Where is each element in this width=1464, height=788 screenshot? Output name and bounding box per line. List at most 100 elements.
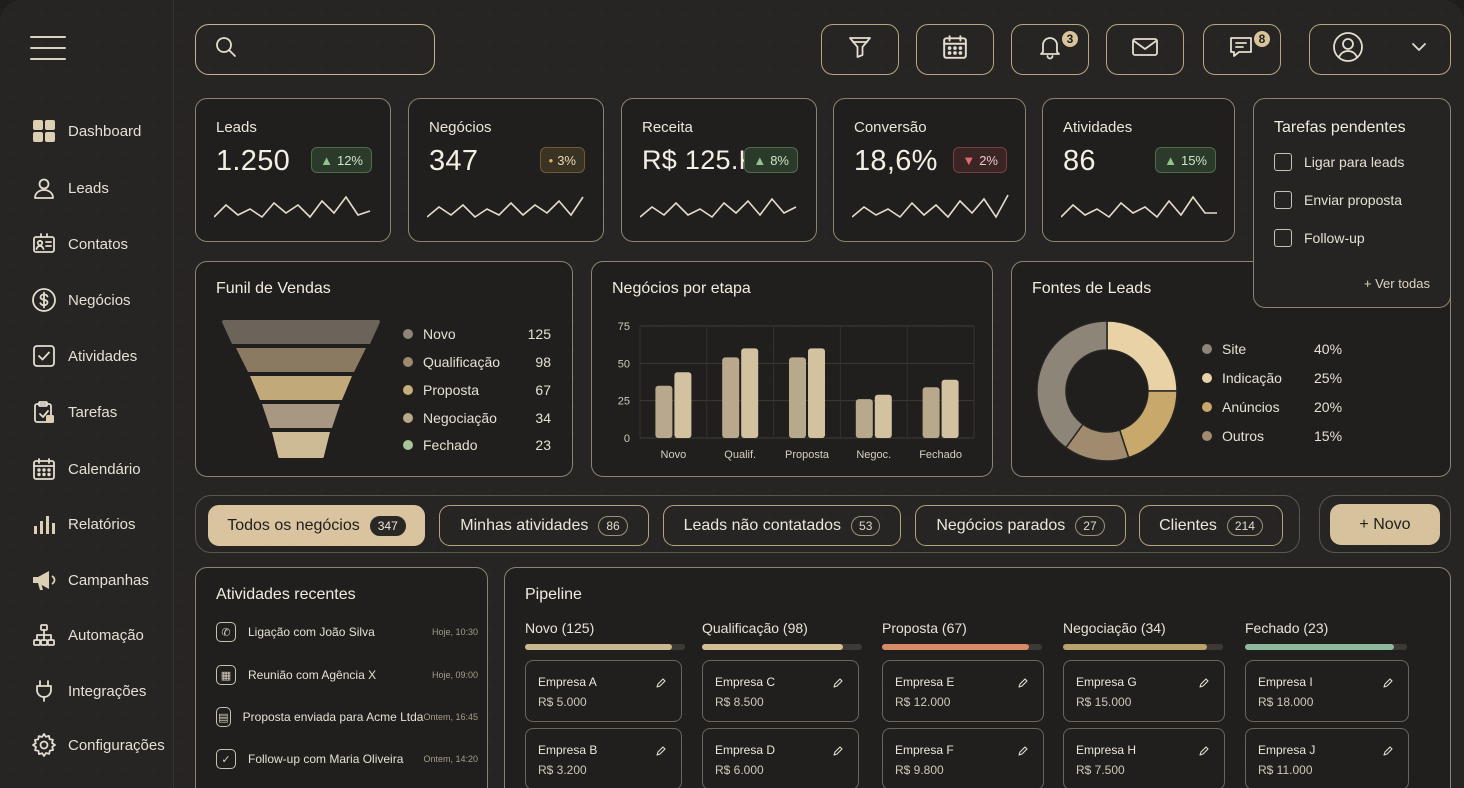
arrow-up-icon: ▲ — [1164, 152, 1177, 168]
kpi-title: Atividades — [1063, 119, 1133, 136]
sidebar-item-negocios[interactable]: Negócios — [30, 285, 170, 315]
deal-card[interactable]: Empresa J R$ 11.000 — [1245, 728, 1409, 788]
kpi-change: 15% — [1180, 152, 1207, 168]
activity-item[interactable]: ✓ Follow-up com Maria Oliveira Ontem, 14:2… — [216, 741, 478, 777]
profile-menu[interactable] — [1309, 24, 1451, 75]
edit-icon[interactable] — [1198, 745, 1210, 757]
filter-pill-minhas-atividades[interactable]: Minhas atividades 86 — [439, 505, 649, 546]
messages-button[interactable]: 8 — [1203, 24, 1281, 75]
notifications-button[interactable]: 3 — [1011, 24, 1089, 75]
deal-card[interactable]: Empresa I R$ 18.000 — [1245, 660, 1409, 722]
task-item[interactable]: Ligar para leads — [1274, 153, 1404, 171]
sidebar-item-label: Dashboard — [68, 122, 142, 140]
filter-button[interactable] — [821, 24, 899, 75]
search-input[interactable] — [248, 41, 428, 58]
legend-label: Novo — [423, 326, 456, 342]
checkbox[interactable] — [1274, 153, 1292, 171]
x-tick-label: Qualif. — [724, 449, 756, 461]
sidebar-item-calendario[interactable]: Calendário — [30, 454, 170, 484]
kpi-card-atividades[interactable]: Atividades 86 ▲ 15% — [1042, 98, 1235, 242]
kpi-change-badge: • 3% — [539, 147, 585, 173]
sidebar-item-leads[interactable]: Leads — [30, 173, 170, 203]
legend-label: Proposta — [423, 382, 480, 398]
sidebar-item-relatorios[interactable]: Relatórios — [30, 509, 170, 539]
edit-icon[interactable] — [1382, 677, 1394, 689]
kpi-card-conversao[interactable]: Conversão 18,6% ▼ 2% — [833, 98, 1026, 242]
kpi-change: 2% — [979, 152, 998, 168]
sidebar-item-configuracoes[interactable]: Configurações — [30, 730, 170, 760]
kpi-card-receita[interactable]: Receita R$ 125.K ▲ 8% — [621, 98, 817, 242]
legend-label: Outros — [1222, 428, 1265, 444]
filter-pill-todos[interactable]: Todos os negócios 347 — [208, 505, 425, 546]
deal-card[interactable]: Empresa D R$ 6.000 — [702, 728, 859, 788]
activity-item[interactable]: ▦ Reunião com Agência X Hoje, 09:00 — [216, 657, 478, 693]
pipeline-progress — [1063, 644, 1223, 650]
task-item[interactable]: Follow-up — [1274, 229, 1365, 247]
menu-icon[interactable] — [30, 36, 66, 62]
filter-pill-clientes[interactable]: Clientes 214 — [1139, 505, 1283, 546]
edit-icon[interactable] — [832, 677, 844, 689]
deal-card[interactable]: Empresa B R$ 3.200 — [525, 728, 682, 788]
deal-card[interactable]: Empresa C R$ 8.500 — [702, 660, 859, 722]
deal-card[interactable]: Empresa F R$ 9.800 — [882, 728, 1044, 788]
edit-icon[interactable] — [655, 745, 667, 757]
kpi-card-leads[interactable]: Leads 1.250 ▲ 12% — [195, 98, 391, 242]
sidebar-item-campanhas[interactable]: Campanhas — [30, 565, 170, 595]
deal-card[interactable]: Empresa E R$ 12.000 — [882, 660, 1044, 722]
legend-value: 98 — [535, 354, 551, 370]
bar — [655, 385, 673, 438]
legend-label: Qualificação — [423, 354, 501, 370]
task-item[interactable]: Enviar proposta — [1274, 191, 1402, 209]
deal-card[interactable]: Empresa A R$ 5.000 — [525, 660, 682, 722]
kpi-value: 347 — [429, 145, 479, 177]
search-bar[interactable] — [195, 24, 435, 75]
activity-item[interactable]: ▤ Proposta enviada para Acme Ltda Ontem, 1… — [216, 699, 478, 735]
sidebar-item-atividades[interactable]: Atividades — [30, 341, 170, 371]
filter-pill-negocios-parados[interactable]: Negócios parados 27 — [915, 505, 1126, 546]
card-title: Funil de Vendas — [216, 280, 331, 297]
funnel-legend-row: Proposta 67 — [403, 382, 551, 398]
filter-pill-leads-nao-contatados[interactable]: Leads não contatados 53 — [663, 505, 901, 546]
dashboard-icon — [30, 117, 58, 145]
sidebar-item-integracoes[interactable]: Integrações — [30, 676, 170, 706]
sidebar-item-tarefas[interactable]: Tarefas — [30, 397, 170, 427]
activity-item[interactable]: ✆ Ligação com João Silva Hoje, 10:30 — [216, 614, 478, 650]
funnel-legend-row: Novo 125 — [403, 326, 551, 342]
edit-icon[interactable] — [655, 677, 667, 689]
plug-icon — [30, 677, 58, 705]
new-button[interactable]: + Novo — [1330, 504, 1440, 545]
mail-button[interactable] — [1106, 24, 1184, 75]
edit-icon[interactable] — [1017, 677, 1029, 689]
legend-value: 40% — [1314, 341, 1343, 357]
contacts-icon — [30, 230, 58, 258]
y-tick-label: 75 — [618, 321, 630, 333]
edit-icon[interactable] — [1198, 677, 1210, 689]
checkbox[interactable] — [1274, 229, 1292, 247]
kpi-card-negocios[interactable]: Negócios 347 • 3% — [408, 98, 604, 242]
see-all-link[interactable]: + Ver todas — [1364, 276, 1430, 291]
edit-icon[interactable] — [1017, 745, 1029, 757]
edit-icon[interactable] — [1382, 745, 1394, 757]
pill-count: 27 — [1075, 515, 1105, 536]
card-title: Tarefas pendentes — [1274, 119, 1406, 136]
sidebar-item-dashboard[interactable]: Dashboard — [30, 116, 170, 146]
gear-icon — [30, 731, 58, 759]
check-icon: ✓ — [216, 749, 236, 769]
task-label: Enviar proposta — [1304, 192, 1403, 208]
calendar-button[interactable] — [916, 24, 994, 75]
deal-card[interactable]: Empresa H R$ 7.500 — [1063, 728, 1225, 788]
x-tick-label: Fechado — [919, 449, 962, 461]
deal-name: Empresa E — [895, 675, 955, 689]
edit-icon[interactable] — [832, 745, 844, 757]
app-frame: Dashboard Leads Contatos Negócios Ativid… — [0, 0, 1464, 788]
legend-dot — [1202, 431, 1212, 441]
deal-card[interactable]: Empresa G R$ 15.000 — [1063, 660, 1225, 722]
sidebar-item-contatos[interactable]: Contatos — [30, 229, 170, 259]
calendar-icon: ▦ — [216, 665, 236, 685]
bar — [674, 372, 692, 438]
deals-by-stage-card: Negócios por etapa 0 25 50 75 Novo Qualif. Pro… — [591, 261, 993, 477]
sidebar-item-automacao[interactable]: Automação — [30, 620, 170, 650]
bar — [722, 357, 740, 438]
pipeline-column-title: Novo (125) — [525, 620, 595, 636]
checkbox[interactable] — [1274, 191, 1292, 209]
